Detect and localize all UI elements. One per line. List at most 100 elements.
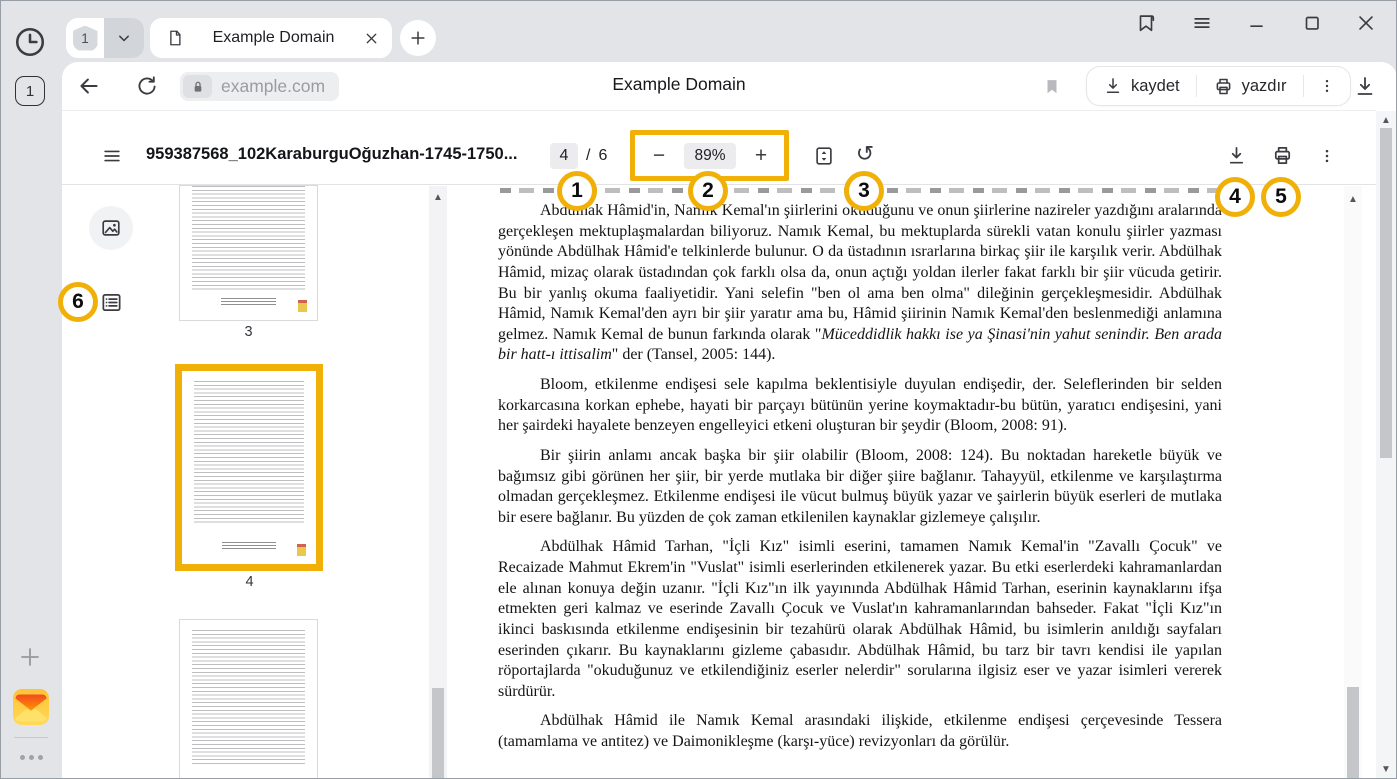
thumbnails-scrollbar[interactable]: ▲ [429, 186, 447, 779]
lock-icon [183, 75, 212, 98]
image-icon [100, 217, 122, 239]
reload-button[interactable] [133, 73, 159, 99]
scrollbar-thumb[interactable] [1347, 687, 1359, 779]
browser-window: 1 1 [0, 0, 1397, 779]
pdf-print-button[interactable] [1270, 143, 1295, 168]
pdf-sidebar-toggle-button[interactable] [100, 144, 124, 168]
plus-icon [18, 645, 42, 669]
scroll-up-icon[interactable]: ▲ [429, 192, 447, 203]
annotation-callout-2: 2 [688, 171, 728, 211]
scroll-up-icon[interactable]: ▲ [1376, 115, 1396, 126]
chevron-down-icon [114, 28, 134, 48]
save-button[interactable]: kaydet [1087, 67, 1196, 105]
outline-view-button[interactable] [100, 291, 123, 314]
document-text: Abdülhak Hâmid'in, Namık Kemal'ın şiirle… [498, 188, 1222, 762]
rail-workspace-badge[interactable]: 1 [15, 76, 45, 106]
document-icon [166, 28, 184, 48]
annotation-callout-5: 5 [1261, 177, 1301, 217]
text-run: Bloom, etkilenme endişesi sele kapılma b… [498, 376, 1222, 434]
pdf-scrollbar[interactable]: ▲ [1344, 186, 1362, 779]
browser-scrollbar[interactable]: ▲ ▼ [1376, 111, 1396, 779]
thumbnail-label-3: 3 [180, 324, 317, 340]
thumbnail-page-4-selected[interactable] [175, 364, 323, 571]
rotate-button[interactable]: ↺ [852, 141, 878, 167]
thumbnail-page-3[interactable] [180, 186, 317, 320]
total-pages: 6 [598, 147, 607, 165]
list-icon [100, 291, 123, 314]
page-actions-more-button[interactable] [1304, 67, 1350, 105]
thumbnail-stamp [298, 300, 307, 312]
tab-group-expand-button[interactable] [104, 18, 144, 58]
paragraph: Abdülhak Hâmid'in, Namık Kemal'ın şiirle… [498, 201, 1222, 366]
download-icon [1103, 76, 1123, 96]
mail-app-icon[interactable] [13, 689, 49, 725]
text-run: Abdülhak Hâmid'in, Namık Kemal'ın şiirle… [498, 202, 1222, 343]
zoom-out-button[interactable]: − [646, 143, 672, 169]
window-minimize-button[interactable] [1245, 11, 1269, 35]
history-clock-button[interactable] [12, 24, 48, 60]
clock-icon [13, 25, 47, 59]
bookmark-icon[interactable] [1040, 74, 1064, 98]
current-page-input[interactable]: 4 [550, 143, 578, 169]
download-icon [1353, 74, 1377, 98]
thumbnail-content [192, 630, 305, 764]
annotation-callout-1: 1 [557, 171, 597, 211]
page-separator: / [586, 147, 590, 165]
paragraph: Abdülhak Hâmid ile Namık Kemal arasındak… [498, 711, 1222, 752]
tab-close-button[interactable] [363, 30, 380, 47]
download-icon [1225, 144, 1248, 167]
printer-icon [1271, 144, 1294, 167]
tab-group-pill[interactable]: 1 [66, 18, 104, 58]
thumbnail-content [192, 186, 305, 291]
page-actions-pill: kaydet yazdır [1086, 66, 1351, 106]
annotation-callout-4: 4 [1215, 177, 1255, 217]
hamburger-icon [101, 145, 123, 167]
thumbnail-page-5[interactable] [180, 620, 317, 779]
scroll-up-icon[interactable]: ▲ [1344, 194, 1362, 205]
paragraph: Bloom, etkilenme endişesi sele kapılma b… [498, 375, 1222, 437]
annotation-callout-6: 6 [58, 282, 98, 322]
pdf-filename: 959387568_102KaraburguOğuzhan-1745-1750.… [146, 145, 517, 164]
window-close-button[interactable] [1354, 11, 1378, 35]
print-button[interactable]: yazdır [1197, 67, 1303, 105]
printer-icon [1213, 76, 1234, 97]
text-run: Bir şiirin anlamı ancak başka bir şiir o… [498, 447, 1222, 526]
zoom-level[interactable]: 89% [684, 143, 736, 169]
text-run: " der (Tansel, 2005: 144). [612, 346, 776, 363]
scrollbar-thumb[interactable] [1380, 128, 1392, 458]
kebab-icon [1318, 146, 1336, 166]
thumbnail-content [194, 381, 304, 524]
zoom-in-button[interactable]: + [748, 143, 774, 169]
save-button-label: kaydet [1131, 77, 1180, 96]
scrollbar-thumb[interactable] [432, 688, 444, 779]
window-maximize-button[interactable] [1300, 11, 1324, 35]
annotation-callout-3: 3 [844, 171, 884, 211]
pdf-more-button[interactable] [1316, 144, 1338, 168]
pdf-download-button[interactable] [1224, 143, 1249, 168]
rail-overflow-button[interactable] [17, 753, 45, 761]
text-run: Abdülhak Hâmid ile Namık Kemal arasındak… [498, 712, 1222, 750]
thumbnail-footer [221, 298, 276, 306]
rail-add-button[interactable] [18, 645, 42, 669]
thumbnail-stamp [297, 544, 306, 556]
downloads-button[interactable] [1352, 73, 1378, 99]
rail-divider [14, 737, 48, 738]
address-bar[interactable]: example.com [180, 72, 339, 101]
thumbnails-view-button[interactable] [89, 206, 133, 250]
tab-example-domain[interactable]: Example Domain [150, 18, 392, 58]
hamburger-icon [1191, 12, 1213, 34]
thumbnail-label-4: 4 [181, 574, 318, 590]
tab-title: Example Domain [194, 29, 353, 47]
paragraph: Abdülhak Hâmid Tarhan, "İçli Kız" isimli… [498, 537, 1222, 702]
scroll-down-icon[interactable]: ▼ [1376, 764, 1396, 775]
fit-to-page-button[interactable] [813, 145, 835, 167]
new-tab-button[interactable] [400, 20, 436, 56]
thumbnail-footer [222, 542, 276, 550]
bookmarks-flag-icon[interactable] [1134, 11, 1158, 35]
back-button[interactable] [76, 73, 102, 99]
paragraph: Bir şiirin anlamı ancak başka bir şiir o… [498, 446, 1222, 529]
browser-menu-button[interactable] [1190, 11, 1214, 35]
kebab-icon [1318, 77, 1336, 95]
print-button-label: yazdır [1242, 77, 1287, 96]
tab-group-badge: 1 [73, 26, 98, 51]
